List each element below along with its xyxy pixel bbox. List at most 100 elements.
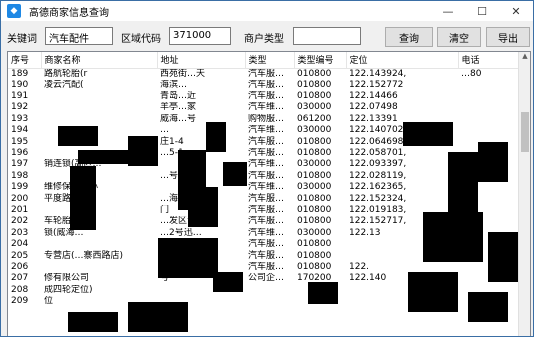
table-cell: 010800 [297,148,332,159]
table-cell: 车轮胎机… [44,216,90,227]
vertical-scrollbar[interactable]: ▲ [518,52,530,336]
table-cell: 汽车服… [248,250,285,261]
merchant-type-input[interactable] [293,27,361,45]
redaction-block [468,292,508,322]
scroll-up-icon[interactable]: ▲ [519,52,530,64]
minimize-icon[interactable]: — [431,1,465,21]
table-cell: 010800 [297,250,332,261]
table-cell: 锁(威海… [44,227,84,238]
table-cell: 010800 [297,193,332,204]
table-row[interactable]: 191 青岛…近 汽车服… 010800 122.14466 [8,91,519,102]
table-cell [41,171,157,182]
table-cell: 122.162365, [349,182,407,193]
table-cell [245,296,294,307]
column-header[interactable]: 商家名称 [41,52,158,69]
close-icon[interactable]: ✕ [499,1,533,21]
table-cell: 010800 [297,170,332,181]
redaction-block [188,187,218,227]
query-button[interactable]: 查询 [385,27,433,47]
redaction-block [206,122,226,152]
table-cell: 汽车服… [248,261,285,272]
column-header[interactable]: 序号 [8,52,42,69]
table-cell [458,114,519,125]
table-cell: 汽车维… [248,182,285,193]
table-cell: 205 [11,250,29,261]
app-window: ◆ 高德商家信息查询 — ☐ ✕ 关键词 汽车配件 区域代码 371000 商户… [0,0,534,337]
table-row[interactable]: 192 羊亭…家 汽车维… 030000 122.07498 [8,102,519,113]
table-cell: 修有限公司 [44,273,90,284]
table-cell: 汽车维… [248,227,285,238]
table-cell: 汽车维… [248,159,285,170]
table-cell: 汽车维… [248,125,285,136]
column-header[interactable]: 地址 [157,52,246,69]
table-cell: 维修保养中心 [41,182,157,193]
table-cell: 030000 [297,227,332,238]
scrollbar-thumb[interactable] [521,112,529,152]
table-cell: 190 [11,79,29,90]
clear-button[interactable]: 清空 [437,27,481,47]
table-cell: 122.152324, [349,193,407,204]
table-cell: 206 [11,261,29,272]
table-cell: 122.14466 [349,91,398,102]
table-cell: 122.152772 [349,79,404,90]
table-cell: 西苑街…天 [160,68,206,79]
results-grid[interactable]: 序号 商家名称 地址 类型 类型编号 定位 电话 189 路航轮胎(r 西苑街…天汽… [7,51,531,336]
redaction-block [128,136,158,166]
table-cell [458,80,519,91]
search-toolbar: 关键词 汽车配件 区域代码 371000 商户类型 查询 清空 导出 [1,23,533,49]
redaction-block [68,312,118,332]
column-header[interactable]: 类型编号 [294,52,347,69]
column-header[interactable]: 类型 [245,52,295,69]
table-cell: 189 [11,68,29,79]
table-cell: 209 [11,296,29,307]
table-cell [41,239,157,250]
table-cell: …80 [461,68,482,79]
table-row[interactable]: 190 凌云汽配(海滨… 汽车服… 010800 122.152772 [8,80,519,91]
table-cell: 汽车服… [248,239,285,250]
table-cell: 010800 [297,261,332,272]
window-title: 高德商家信息查询 [29,7,109,19]
redaction-block [478,142,508,182]
table-cell: 193 [11,113,29,124]
table-cell: 200 [11,193,29,204]
table-cell [41,102,157,113]
table-row[interactable]: 189 路航轮胎(r 西苑街…天 汽车服… 010800 122.143924, …80 [8,68,519,80]
table-cell: 030000 [297,102,332,113]
table-cell: 192 [11,102,29,113]
table-cell: 195 [11,136,29,147]
table-cell: 010800 [297,204,332,215]
app-logo-icon: ◆ [7,4,21,18]
column-header[interactable]: 电话 [458,52,520,69]
table-cell: 203 [11,227,29,238]
column-header[interactable]: 定位 [346,52,459,69]
table-cell: 汽车服… [248,91,285,102]
table-cell: 010800 [297,68,332,79]
table-cell: 122.093397, [349,159,407,170]
redaction-block [308,282,338,304]
table-header-row: 序号 商家名称 地址 类型 类型编号 定位 电话 [8,52,520,69]
export-button[interactable]: 导出 [486,27,530,47]
keyword-input[interactable]: 汽车配件 [45,27,113,45]
table-cell: 海滨… [160,79,188,90]
table-cell: 122.07498 [349,102,398,113]
table-cell: 威海…号 [160,113,197,124]
table-cell: 汽车服… [248,136,285,147]
table-cell: 199 [11,182,29,193]
table-cell: 208 [11,284,29,295]
table-cell: 122.028119, [349,170,407,181]
region-code-input[interactable]: 371000 [169,27,231,45]
redaction-block [408,272,458,312]
table-cell: 010800 [297,239,332,250]
table-cell: 030000 [297,125,332,136]
maximize-icon[interactable]: ☐ [465,1,499,21]
redaction-block [158,238,218,278]
redaction-block [128,302,188,332]
table-cell: 202 [11,216,29,227]
table-cell: 公司企… [248,273,285,284]
table-cell: 197 [11,159,29,170]
redaction-block [403,122,453,146]
table-cell: 030000 [297,182,332,193]
table-cell: 汽车服… [248,148,285,159]
table-cell: 汽车服… [248,170,285,181]
redaction-block [70,166,96,230]
